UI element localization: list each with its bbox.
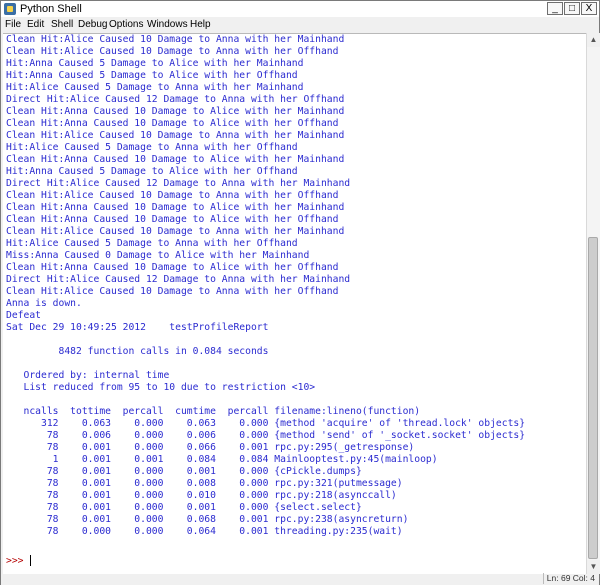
output-line: Clean Hit:Alice Caused 10 Damage to Anna… — [6, 226, 345, 237]
menu-windows[interactable]: Windows — [147, 18, 188, 32]
python-app-icon — [4, 3, 16, 15]
output-line: Hit:Anna Caused 5 Damage to Alice with h… — [6, 166, 298, 177]
output-line: 78 0.006 0.000 0.006 0.000 {method 'send… — [6, 430, 526, 441]
output-line: Clean Hit:Alice Caused 10 Damage to Anna… — [6, 286, 339, 297]
output-line: Clean Hit:Anna Caused 10 Damage to Alice… — [6, 202, 345, 213]
minimize-button[interactable]: _ — [547, 2, 563, 15]
menu-debug[interactable]: Debug — [78, 18, 107, 32]
shell-prompt: >>> — [6, 555, 24, 567]
output-line: 78 0.000 0.000 0.064 0.001 threading.py:… — [6, 526, 403, 537]
output-line: Clean Hit:Anna Caused 10 Damage to Alice… — [6, 214, 339, 225]
prompt-line[interactable]: >>> — [6, 555, 31, 568]
output-line: 78 0.001 0.000 0.010 0.000 rpc.py:218(as… — [6, 490, 397, 501]
menu-bar: File Edit Shell Debug Options Windows He… — [1, 17, 599, 33]
shell-text-area[interactable]: Clean Hit:Alice Caused 10 Damage to Anna… — [3, 33, 586, 575]
output-line: Hit:Anna Caused 5 Damage to Alice with h… — [6, 58, 304, 69]
output-line: List reduced from 95 to 10 due to restri… — [6, 382, 316, 393]
output-line: Clean Hit:Alice Caused 10 Damage to Anna… — [6, 46, 339, 57]
output-line: Clean Hit:Alice Caused 10 Damage to Anna… — [6, 190, 339, 201]
maximize-button[interactable]: □ — [564, 2, 580, 15]
output-line: Clean Hit:Alice Caused 10 Damage to Anna… — [6, 34, 345, 45]
output-line: 312 0.063 0.000 0.063 0.000 {method 'acq… — [6, 418, 526, 429]
menu-shell[interactable]: Shell — [51, 18, 73, 32]
scroll-down-arrow-icon[interactable]: ▼ — [587, 560, 600, 574]
output-line: Direct Hit:Alice Caused 12 Damage to Ann… — [6, 274, 351, 285]
output-line: Clean Hit:Anna Caused 10 Damage to Alice… — [6, 106, 345, 117]
output-line: Clean Hit:Anna Caused 10 Damage to Alice… — [6, 154, 345, 165]
cursor-position-status: Ln: 69 Col: 4 — [542, 573, 595, 584]
status-bar: Ln: 69 Col: 4 — [1, 573, 599, 585]
window-title: Python Shell — [20, 3, 82, 15]
output-line: 78 0.001 0.000 0.068 0.001 rpc.py:238(as… — [6, 514, 409, 525]
scrollbar-thumb[interactable] — [588, 237, 598, 559]
output-line: Clean Hit:Anna Caused 10 Damage to Alice… — [6, 118, 339, 129]
output-line: Hit:Alice Caused 5 Damage to Anna with h… — [6, 82, 304, 93]
close-button[interactable]: X — [581, 2, 597, 15]
scroll-up-arrow-icon[interactable]: ▲ — [587, 33, 600, 47]
output-line: Hit:Anna Caused 5 Damage to Alice with h… — [6, 70, 298, 81]
output-line: 78 0.001 0.000 0.066 0.001 rpc.py:295(_g… — [6, 442, 415, 453]
output-line: Hit:Alice Caused 5 Damage to Anna with h… — [6, 142, 298, 153]
output-line: Clean Hit:Alice Caused 10 Damage to Anna… — [6, 130, 345, 141]
output-line: Clean Hit:Anna Caused 10 Damage to Alice… — [6, 262, 339, 273]
title-bar[interactable]: Python Shell _ □ X — [1, 1, 599, 18]
output-line: 78 0.001 0.000 0.001 0.000 {cPickle.dump… — [6, 466, 362, 477]
output-line: Sat Dec 29 10:49:25 2012 testProfileRepo… — [6, 322, 269, 333]
output-line: Direct Hit:Alice Caused 12 Damage to Ann… — [6, 94, 345, 105]
menu-options[interactable]: Options — [109, 18, 143, 32]
output-line: Hit:Alice Caused 5 Damage to Anna with h… — [6, 238, 298, 249]
menu-help[interactable]: Help — [190, 18, 211, 32]
output-line: 1 0.001 0.001 0.084 0.084 Mainlooptest.p… — [6, 454, 438, 465]
text-cursor — [29, 555, 31, 566]
output-line: Miss:Anna Caused 0 Damage to Alice with … — [6, 250, 310, 261]
console-output: Clean Hit:Alice Caused 10 Damage to Anna… — [6, 34, 581, 538]
output-line: ncalls tottime percall cumtime percall f… — [6, 406, 421, 417]
output-line: 8482 function calls in 0.084 seconds — [6, 346, 269, 357]
output-line: Ordered by: internal time — [6, 370, 170, 381]
menu-file[interactable]: File — [5, 18, 21, 32]
python-shell-window: Python Shell _ □ X File Edit Shell Debug… — [0, 0, 600, 585]
output-line: 78 0.001 0.000 0.001 0.000 {select.selec… — [6, 502, 362, 513]
output-line: Anna is down. — [6, 298, 82, 309]
output-line: 78 0.001 0.000 0.008 0.000 rpc.py:321(pu… — [6, 478, 403, 489]
menu-edit[interactable]: Edit — [27, 18, 44, 32]
output-line: Defeat — [6, 310, 41, 321]
output-line: Direct Hit:Alice Caused 12 Damage to Ann… — [6, 178, 351, 189]
vertical-scrollbar[interactable]: ▲ ▼ — [586, 33, 600, 574]
